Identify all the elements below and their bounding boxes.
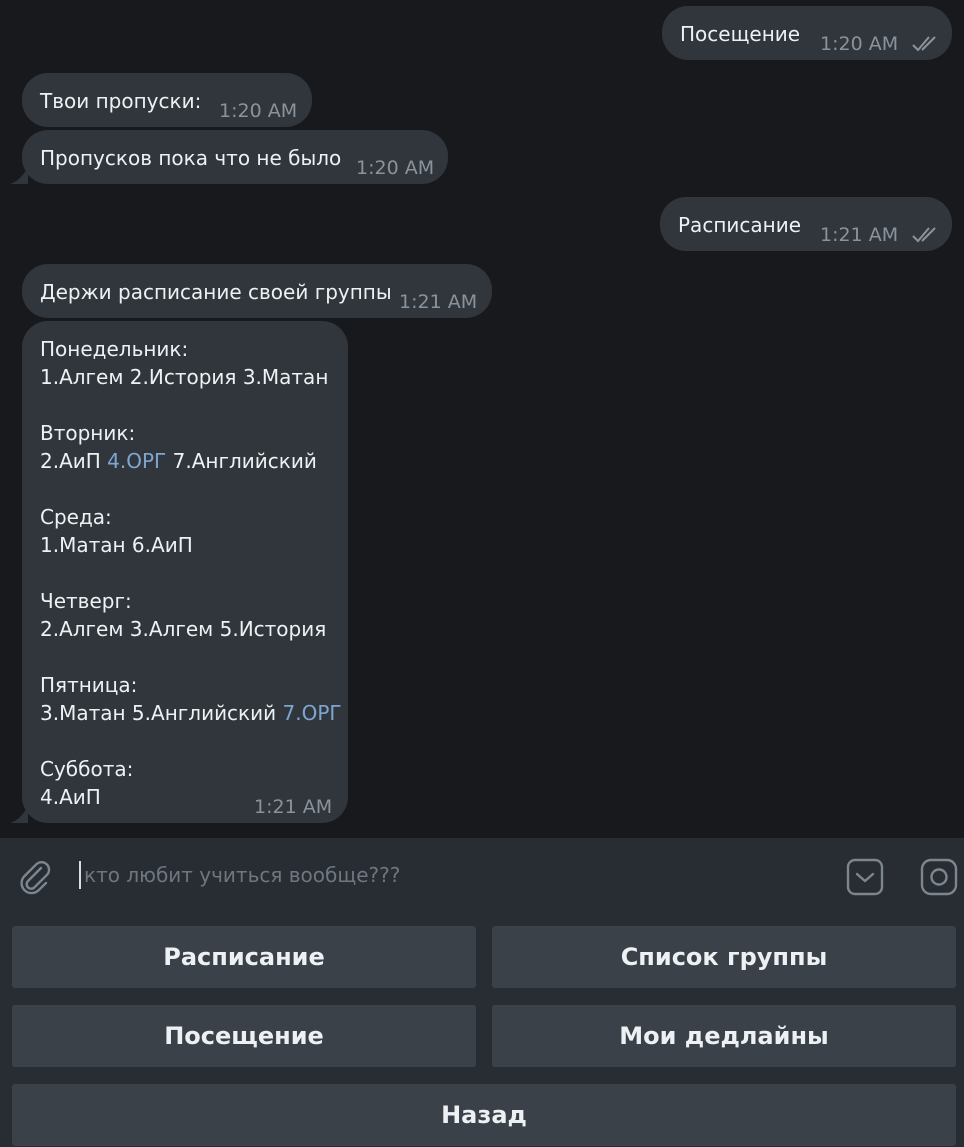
message-text: Расписание (678, 213, 802, 237)
lessons-tuesday-post: 7.Английский (166, 449, 317, 473)
keyboard-toggle-icon[interactable] (846, 858, 884, 896)
schedule-text: Понедельник: 1.Алгем 2.История 3.Матан В… (40, 335, 342, 811)
message-time: 1:20 AM (820, 33, 899, 55)
incoming-message-absences[interactable]: Твои пропуски: 1:20 AM (22, 73, 312, 127)
outgoing-message-attendance[interactable]: Посещение 1:20 AM (662, 6, 952, 60)
lessons-tuesday: 2.АиП 4.ОРГ 7.Английский (40, 447, 342, 475)
day-friday: Пятница: (40, 673, 138, 697)
incoming-message-schedule-intro[interactable]: Держи расписание своей группы 1:21 AM (22, 264, 492, 318)
text-caret (79, 861, 81, 889)
keyboard-button-group-list[interactable]: Список группы (492, 926, 956, 988)
lessons-thursday: 2.Алгем 3.Алгем 5.История (40, 617, 327, 641)
incoming-message-no-absences[interactable]: Пропусков пока что не было 1:20 AM (22, 130, 448, 184)
double-check-icon (912, 227, 936, 243)
day-saturday: Суббота: (40, 757, 134, 781)
message-time: 1:21 AM (820, 224, 899, 246)
message-time: 1:21 AM (399, 291, 478, 313)
message-input[interactable]: кто любит учиться вообще??? (84, 863, 400, 887)
day-monday: Понедельник: (40, 337, 189, 361)
message-text: Пропусков пока что не было (40, 146, 342, 170)
chat-area: Посещение 1:20 AM Твои пропуски: 1:20 AM… (0, 0, 964, 838)
lessons-tuesday-pre: 2.АиП (40, 449, 108, 473)
message-time: 1:20 AM (219, 100, 298, 122)
message-text: Твои пропуски: (40, 89, 202, 113)
message-text: Посещение (680, 22, 801, 46)
keyboard-button-deadlines[interactable]: Мои дедлайны (492, 1005, 956, 1067)
reply-keyboard: Расписание Список группы Посещение Мои д… (0, 918, 964, 1147)
double-check-icon (912, 36, 936, 52)
day-wednesday: Среда: (40, 505, 112, 529)
lessons-friday-pre: 3.Матан 5.Английский (40, 701, 283, 725)
keyboard-button-attendance[interactable]: Посещение (12, 1005, 476, 1067)
bubble-tail (10, 166, 28, 184)
message-text: Держи расписание своей группы (40, 280, 392, 304)
link-org[interactable]: 4.ОРГ (107, 449, 166, 473)
paperclip-icon[interactable] (16, 858, 54, 896)
outgoing-message-schedule[interactable]: Расписание 1:21 AM (660, 197, 952, 251)
lessons-wednesday: 1.Матан 6.АиП (40, 533, 193, 557)
day-thursday: Четверг: (40, 589, 132, 613)
message-composer: кто любит учиться вообще??? (0, 838, 964, 918)
lessons-monday: 1.Алгем 2.История 3.Матан (40, 365, 329, 389)
incoming-message-schedule[interactable]: Понедельник: 1.Алгем 2.История 3.Матан В… (22, 321, 348, 823)
sticker-icon[interactable] (920, 858, 958, 896)
link-org[interactable]: 7.ОРГ (283, 701, 342, 725)
day-tuesday: Вторник: (40, 421, 136, 445)
keyboard-button-back[interactable]: Назад (12, 1084, 956, 1146)
keyboard-button-schedule[interactable]: Расписание (12, 926, 476, 988)
lessons-friday: 3.Матан 5.Английский 7.ОРГ (40, 699, 342, 727)
message-time: 1:20 AM (356, 157, 435, 179)
bubble-tail (10, 805, 28, 823)
message-time: 1:21 AM (254, 796, 333, 818)
